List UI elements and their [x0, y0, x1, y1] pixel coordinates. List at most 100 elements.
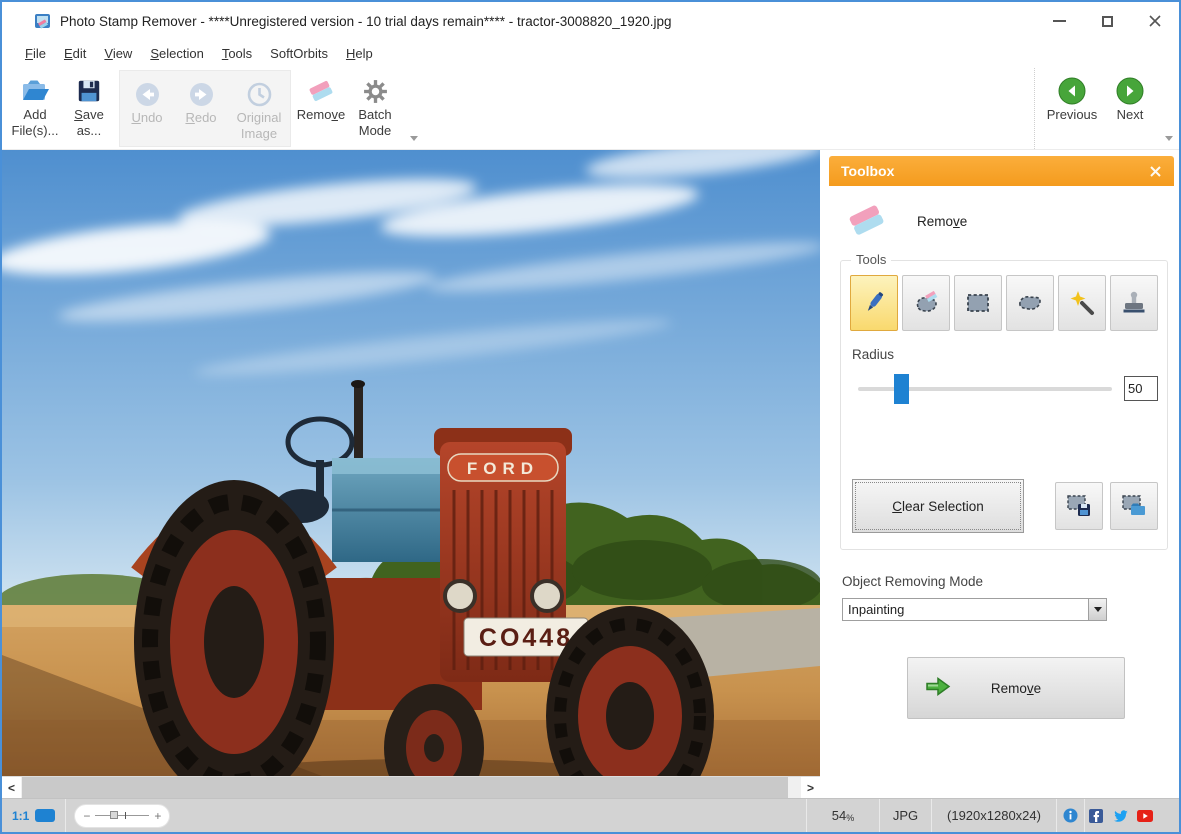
zoom-1-1-button[interactable]: 1:1: [2, 809, 35, 823]
zoom-in-icon[interactable]: +: [154, 810, 161, 822]
clone-stamp-tool-button[interactable]: [1110, 275, 1158, 331]
remove-action-button[interactable]: Remove: [907, 657, 1125, 719]
toolbox-header: Toolbox: [829, 156, 1174, 186]
zoom-slider[interactable]: − +: [74, 804, 170, 828]
green-forward-circle-icon: [1116, 75, 1144, 107]
navigation-group: Previous Next: [1034, 68, 1175, 149]
radius-slider[interactable]: [858, 387, 1112, 391]
freehand-selection-tool-icon: [1015, 290, 1045, 316]
app-icon: [34, 12, 52, 30]
tools-legend: Tools: [851, 252, 891, 267]
marker-tool-icon: [861, 288, 887, 318]
info-icon: [1063, 808, 1078, 823]
facebook-icon[interactable]: [1089, 809, 1103, 823]
radius-slider-thumb[interactable]: [894, 374, 909, 404]
horizontal-scrollbar[interactable]: < >: [2, 776, 820, 798]
zoom-slider-thumb[interactable]: [110, 811, 118, 819]
rect-selection-tool-button[interactable]: [954, 275, 1002, 331]
toolbox-close-icon[interactable]: [1149, 165, 1162, 178]
green-arrow-icon: [924, 675, 952, 702]
main-toolbar: Add File(s)... Save as... Undo Redo: [2, 66, 1179, 150]
fit-to-window-icon[interactable]: [35, 809, 55, 822]
close-button[interactable]: [1131, 2, 1179, 40]
menu-tools[interactable]: Tools: [213, 43, 261, 64]
minimize-button[interactable]: [1035, 2, 1083, 40]
zoom-percent-status: 54%: [807, 799, 879, 832]
selection-brush-tool-button[interactable]: [902, 275, 950, 331]
object-removing-mode-select[interactable]: Inpainting: [842, 598, 1107, 621]
next-button[interactable]: Next: [1103, 68, 1157, 149]
image-dimensions-status: (1920x1280x24): [932, 799, 1056, 832]
toolbar-overflow-icon[interactable]: [410, 136, 418, 141]
menu-view[interactable]: View: [95, 43, 141, 64]
magic-wand-tool-icon: [1068, 289, 1096, 317]
side-panel: Toolbox Remove Tools: [820, 150, 1179, 798]
menu-help[interactable]: Help: [337, 43, 382, 64]
batch-mode-button[interactable]: Batch Mode: [348, 68, 402, 149]
grille-text: FORD: [467, 459, 539, 478]
scroll-right-button[interactable]: >: [801, 777, 820, 798]
radius-label: Radius: [852, 347, 1158, 362]
previous-button[interactable]: Previous: [1041, 68, 1103, 149]
zoom-out-icon[interactable]: −: [83, 810, 90, 822]
plate-text: CO448: [479, 624, 573, 652]
menu-softorbits[interactable]: SoftOrbits: [261, 43, 337, 64]
clear-selection-button[interactable]: Clear Selection: [852, 479, 1024, 533]
save-selection-icon: [1065, 493, 1093, 519]
original-image-button[interactable]: Original Image: [228, 71, 290, 146]
toolbox-title: Toolbox: [841, 163, 894, 179]
selection-brush-tool-icon: [911, 288, 941, 318]
remove-mode-label: Remove: [917, 214, 967, 229]
remove-mode-row[interactable]: Remove: [835, 196, 1168, 254]
green-back-circle-icon: [1058, 75, 1086, 107]
tractor-photo: FORD CO448: [2, 150, 820, 776]
floppy-disk-icon: [76, 75, 102, 107]
redo-arrow-icon: [188, 78, 215, 110]
clone-stamp-tool-icon: [1120, 290, 1148, 316]
youtube-icon[interactable]: [1137, 810, 1153, 822]
redo-button[interactable]: Redo: [174, 71, 228, 146]
minimize-icon: [1053, 20, 1066, 22]
load-selection-icon: [1120, 493, 1148, 519]
menu-edit[interactable]: Edit: [55, 43, 95, 64]
window-title: Photo Stamp Remover - ****Unregistered v…: [60, 14, 672, 29]
menu-bar: File Edit View Selection Tools SoftOrbit…: [2, 40, 1179, 66]
menu-file[interactable]: File: [16, 43, 55, 64]
object-removing-mode-label: Object Removing Mode: [842, 574, 1168, 589]
magic-wand-tool-button[interactable]: [1058, 275, 1106, 331]
history-clock-icon: [246, 78, 273, 110]
toolbox-panel: Toolbox Remove Tools: [829, 156, 1174, 719]
remove-tool-button[interactable]: Remove: [294, 68, 348, 149]
tools-groupbox: Tools: [840, 260, 1168, 550]
status-bar: 1:1 − + 54% JPG (1920x1280x24): [2, 798, 1179, 832]
info-button[interactable]: [1057, 799, 1084, 832]
maximize-icon: [1102, 16, 1113, 27]
radius-input[interactable]: [1124, 376, 1158, 401]
save-as-button[interactable]: Save as...: [62, 68, 116, 149]
menu-selection[interactable]: Selection: [141, 43, 212, 64]
open-folder-icon: [20, 75, 50, 107]
marker-tool-button[interactable]: [850, 275, 898, 331]
maximize-button[interactable]: [1083, 2, 1131, 40]
load-selection-button[interactable]: [1110, 482, 1158, 530]
scroll-left-button[interactable]: <: [2, 777, 21, 798]
gear-icon: [362, 75, 389, 107]
undo-button[interactable]: Undo: [120, 71, 174, 146]
eraser-icon: [306, 75, 336, 107]
add-files-button[interactable]: Add File(s)...: [8, 68, 62, 149]
mode-selected-value: Inpainting: [843, 602, 1088, 617]
scrollbar-thumb[interactable]: [22, 777, 788, 798]
app-window: Photo Stamp Remover - ****Unregistered v…: [0, 0, 1181, 834]
dropdown-button[interactable]: [1088, 599, 1106, 620]
photo-canvas[interactable]: FORD CO448: [2, 150, 820, 776]
remove-action-label: Remove: [991, 681, 1041, 696]
twitter-icon[interactable]: [1113, 809, 1128, 822]
close-icon: [1148, 14, 1162, 28]
freehand-selection-tool-button[interactable]: [1006, 275, 1054, 331]
undo-arrow-icon: [134, 78, 161, 110]
rect-selection-tool-icon: [964, 290, 992, 316]
chevron-down-icon: [1094, 607, 1102, 612]
eraser-icon: [845, 204, 889, 238]
toolbar-overflow-icon[interactable]: [1165, 136, 1173, 141]
save-selection-button[interactable]: [1055, 482, 1103, 530]
